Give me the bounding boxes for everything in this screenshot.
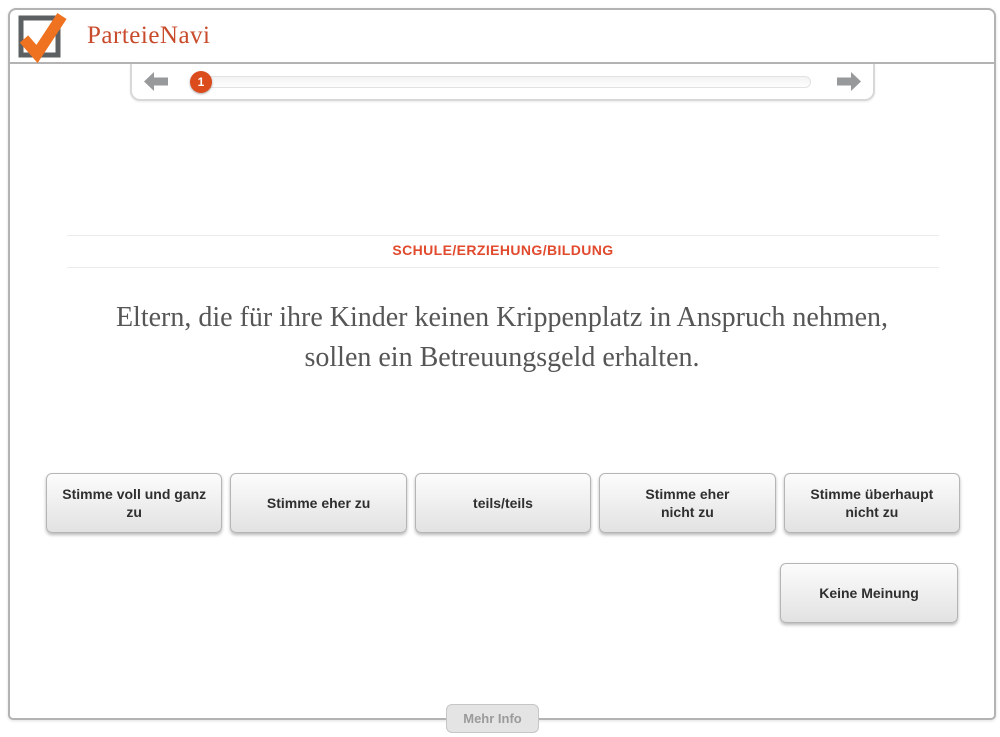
parteienavi-page: ParteieNavi 1 SCHULE/ERZIEHUNG/BILDUNG E… <box>0 0 1000 737</box>
more-info-button[interactable]: Mehr Info <box>446 704 539 733</box>
answer-neutral-button[interactable]: teils/teils <box>414 473 592 533</box>
progress-bar: 1 <box>130 64 875 101</box>
answer-label: teils/teils <box>473 495 533 511</box>
app-title: ParteieNavi <box>87 22 211 49</box>
category-label: SCHULE/ERZIEHUNG/BILDUNG <box>392 242 614 258</box>
answer-label: Stimme eher zu <box>266 495 371 511</box>
answer-options-row: Stimme voll und ganz zu Stimme eher zu t… <box>46 473 961 533</box>
answer-disagree-fully-button[interactable]: Stimme überhaupt nicht zu <box>783 473 961 533</box>
answer-rather-agree-button[interactable]: Stimme eher zu <box>230 473 407 533</box>
checkbox-checkmark-icon <box>15 11 67 64</box>
category-section: SCHULE/ERZIEHUNG/BILDUNG <box>67 235 939 268</box>
answer-rather-disagree-button[interactable]: Stimme eher nicht zu <box>599 473 776 533</box>
answer-agree-fully-button[interactable]: Stimme voll und ganz zu <box>46 473 223 533</box>
answer-label: Stimme überhaupt nicht zu <box>810 486 934 520</box>
arrow-left-icon[interactable] <box>144 72 168 91</box>
app-frame: ParteieNavi 1 SCHULE/ERZIEHUNG/BILDUNG E… <box>8 8 996 720</box>
more-info-label: Mehr Info <box>463 711 522 726</box>
header: ParteieNavi <box>10 10 994 64</box>
progress-step-badge: 1 <box>190 70 212 93</box>
answer-label: Stimme eher nicht zu <box>645 486 730 520</box>
no-opinion-button[interactable]: Keine Meinung <box>780 563 958 623</box>
question-text: Eltern, die für ihre Kinder keinen Kripp… <box>115 302 889 373</box>
progress-track <box>200 75 811 88</box>
arrow-right-icon[interactable] <box>837 72 861 91</box>
no-opinion-label: Keine Meinung <box>819 585 919 601</box>
answer-label: Stimme voll und ganz zu <box>62 486 207 520</box>
